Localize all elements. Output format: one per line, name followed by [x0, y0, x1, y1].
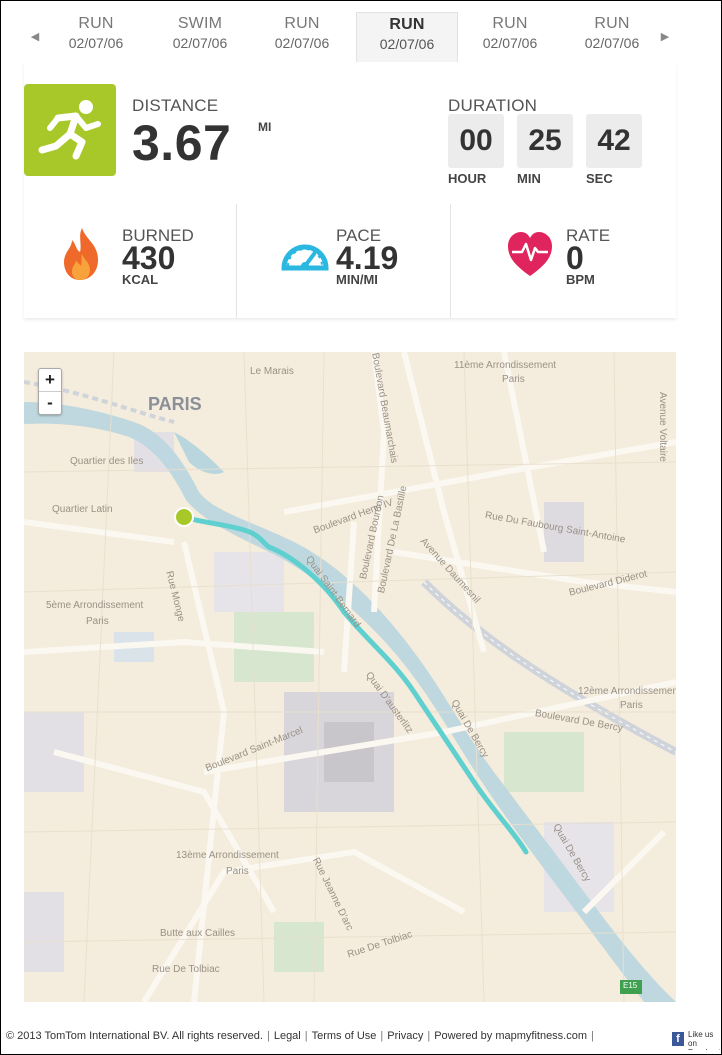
tab-date: 02/07/06 [584, 35, 640, 51]
tab-activity-5[interactable]: RUN 02/07/06 [460, 14, 560, 64]
tab-activity-1[interactable]: RUN 02/07/06 [46, 14, 146, 64]
facebook-icon: f [672, 1032, 684, 1046]
map-label: Paris [86, 616, 109, 627]
privacy-link[interactable]: Privacy [387, 1030, 423, 1042]
seconds-unit: SEC [586, 171, 613, 186]
tab-date: 02/07/06 [68, 35, 124, 51]
stat-divider [450, 204, 451, 318]
prev-arrow-icon[interactable]: ◀ [24, 10, 46, 62]
copyright-text: © 2013 TomTom International BV. All righ… [6, 1030, 263, 1042]
tab-date: 02/07/06 [482, 35, 538, 51]
seconds-box: 42 [586, 114, 642, 168]
activity-tab-bar: ◀ RUN 02/07/06 SWIM 02/07/06 RUN 02/07/0… [24, 10, 676, 65]
zoom-control: + - [38, 368, 62, 415]
stat-divider [236, 204, 237, 318]
minutes-unit: MIN [517, 171, 541, 186]
heart-icon [506, 226, 554, 282]
zoom-out-button[interactable]: - [39, 392, 61, 414]
map-label: 11ème Arrondissement [454, 360, 557, 371]
distance-unit: MI [258, 120, 272, 134]
zoom-in-button[interactable]: + [39, 369, 61, 392]
map-label-paris: PARIS [148, 394, 202, 414]
tab-date: 02/07/06 [274, 35, 330, 51]
tab-date: 02/07/06 [379, 36, 435, 52]
tab-activity-3[interactable]: RUN 02/07/06 [252, 14, 352, 64]
runner-icon [24, 84, 116, 176]
footer: © 2013 TomTom International BV. All righ… [6, 1030, 594, 1042]
burned-unit: KCAL [122, 272, 159, 287]
tab-type: RUN [492, 15, 528, 32]
facebook-text: Like us on Facebook [688, 1030, 720, 1050]
map-label: Paris [502, 374, 525, 385]
tab-type: RUN [594, 15, 630, 32]
map-label: 12ème Arrondissement [578, 686, 676, 697]
map-label: Quartier Latin [52, 504, 113, 515]
map-label-e15: E15 [623, 981, 638, 990]
map-label: Butte aux Cailles [160, 928, 236, 939]
rate-unit: BPM [566, 272, 595, 287]
map-label: Paris [226, 866, 249, 877]
terms-link[interactable]: Terms of Use [312, 1030, 377, 1042]
map-label: Le Marais [250, 366, 294, 377]
map-label: Rue De Tolbiac [152, 964, 220, 975]
tab-activity-4-active[interactable]: RUN 02/07/06 [356, 12, 458, 65]
hours-box: 00 [448, 114, 504, 168]
map-label: 5ème Arrondissement [46, 600, 144, 611]
tab-date: 02/07/06 [172, 35, 228, 51]
duration-label: DURATION [448, 96, 538, 115]
map-label: 13ème Arrondissement [176, 850, 279, 861]
tab-activity-2[interactable]: SWIM 02/07/06 [150, 14, 250, 64]
flame-icon [60, 226, 108, 282]
tab-activity-6[interactable]: RUN 02/07/06 [562, 14, 662, 64]
map-label: Quartier des Iles [70, 456, 144, 467]
distance-value: 3.67 [132, 115, 232, 171]
speedometer-icon [280, 226, 330, 282]
pace-unit: MIN/MI [336, 272, 378, 287]
route-map[interactable]: PARIS Le Marais 11ème Arrondissement Par… [24, 352, 676, 1002]
distance-label: DISTANCE [132, 96, 219, 115]
stats-card: BURNED 430 KCAL PACE 4.19 MIN/MI RATE 0 … [24, 204, 676, 318]
start-marker [174, 507, 194, 527]
map-canvas [24, 352, 676, 1002]
tab-type: RUN [389, 16, 425, 33]
map-label: Avenue Voltaire [657, 392, 668, 462]
tab-type: RUN [78, 15, 114, 32]
legal-link[interactable]: Legal [274, 1030, 301, 1042]
summary-card: DISTANCE 3.67 MI DURATION 00 25 42 HOUR … [24, 62, 676, 204]
facebook-link[interactable]: f Like us on Facebook [672, 1030, 720, 1052]
map-label: Paris [620, 700, 643, 711]
next-arrow-icon[interactable]: ▶ [654, 10, 676, 62]
hours-unit: HOUR [448, 171, 487, 186]
tab-type: SWIM [177, 15, 223, 32]
minutes-box: 25 [517, 114, 573, 168]
powered-by-link[interactable]: Powered by mapmyfitness.com [434, 1030, 587, 1042]
tab-type: RUN [284, 15, 320, 32]
